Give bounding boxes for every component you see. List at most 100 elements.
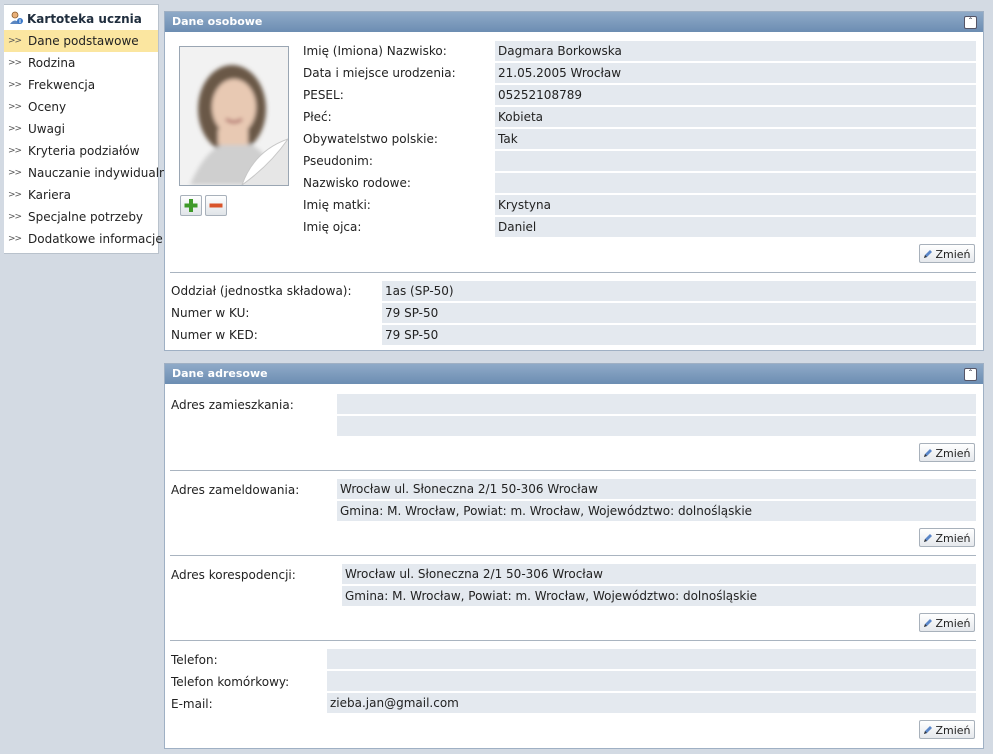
sidebar-item-frekwencja[interactable]: >> Frekwencja: [4, 74, 158, 96]
pencil-icon: [924, 619, 933, 627]
field-label-gender: Płeć:: [303, 110, 332, 124]
chevron-right-icon: >>: [8, 102, 22, 112]
divider: [170, 470, 976, 471]
mobile-phone-value: [327, 671, 976, 691]
edit-label: Zmień: [935, 617, 971, 630]
edit-label: Zmień: [935, 447, 971, 460]
edit-personal-button[interactable]: Zmień: [919, 244, 975, 263]
sidebar-title-text: Kartoteka ucznia: [27, 12, 142, 26]
field-value-ked: 79 SP-50: [382, 325, 976, 345]
divider: [170, 640, 976, 641]
collapse-icon[interactable]: ˆ: [964, 368, 977, 381]
sidebar: i Kartoteka ucznia >> Dane podstawowe >> R…: [4, 4, 174, 254]
add-photo-button[interactable]: [180, 195, 202, 216]
student-photo-image: [180, 47, 288, 185]
correspondence-address-line2: Gmina: M. Wrocław, Powiat: m. Wrocław, W…: [342, 586, 976, 606]
pencil-icon: [924, 250, 933, 258]
panel-title: Dane osobowe: [172, 15, 263, 28]
chevron-right-icon: >>: [8, 36, 22, 46]
sidebar-item-nauczanie-indywidualne[interactable]: >> Nauczanie indywidualne: [4, 162, 174, 184]
svg-text:i: i: [19, 19, 21, 25]
sidebar-item-label: Nauczanie indywidualne: [28, 166, 175, 180]
field-label-nickname: Pseudonim:: [303, 154, 373, 168]
sidebar-item-label: Oceny: [28, 100, 67, 114]
edit-label: Zmień: [935, 248, 971, 261]
sidebar-item-label: Dane podstawowe: [28, 34, 139, 48]
field-value-gender: Kobieta: [495, 107, 976, 127]
email-label: E-mail:: [171, 697, 213, 711]
chevron-right-icon: >>: [8, 146, 22, 156]
sidebar-item-label: Rodzina: [28, 56, 76, 70]
field-label-name: Imię (Imiona) Nazwisko:: [303, 44, 447, 58]
divider: [170, 555, 976, 556]
divider: [170, 272, 976, 273]
email-value: zieba.jan@gmail.com: [327, 693, 976, 713]
field-label-birth: Data i miejsce urodzenia:: [303, 66, 456, 80]
sidebar-item-label: Specjalne potrzeby: [28, 210, 144, 224]
collapse-icon[interactable]: ˆ: [964, 16, 977, 29]
field-label-ked: Numer w KED:: [171, 328, 258, 342]
sidebar-item-rodzina[interactable]: >> Rodzina: [4, 52, 158, 74]
field-label-maiden-name: Nazwisko rodowe:: [303, 176, 411, 190]
pencil-icon: [924, 726, 933, 734]
residence-address-line1: [337, 394, 976, 414]
chevron-right-icon: >>: [8, 80, 22, 90]
field-label-class: Oddział (jednostka składowa):: [171, 284, 352, 298]
panel-header: Dane osobowe ˆ: [165, 12, 983, 32]
sidebar-item-dodatkowe-informacje[interactable]: >> Dodatkowe informacje: [4, 228, 163, 250]
panel-header: Dane adresowe ˆ: [165, 364, 983, 384]
sidebar-item-specjalne-potrzeby[interactable]: >> Specjalne potrzeby: [4, 206, 158, 228]
phone-label: Telefon:: [171, 653, 218, 667]
field-label-father: Imię ojca:: [303, 220, 362, 234]
residence-address-line2: [337, 416, 976, 436]
chevron-right-icon: >>: [8, 58, 22, 68]
chevron-right-icon: >>: [8, 168, 22, 178]
student-card-icon: i: [10, 11, 23, 25]
field-value-ku: 79 SP-50: [382, 303, 976, 323]
registered-address-line2: Gmina: M. Wrocław, Powiat: m. Wrocław, W…: [337, 501, 976, 521]
field-value-birth: 21.05.2005 Wrocław: [495, 63, 976, 83]
remove-photo-button[interactable]: [205, 195, 227, 216]
field-value-nickname: [495, 151, 976, 171]
plus-icon: [184, 199, 198, 212]
sidebar-item-label: Frekwencja: [28, 78, 96, 92]
edit-residence-button[interactable]: Zmień: [919, 443, 975, 462]
edit-label: Zmień: [935, 724, 971, 737]
field-label-citizenship: Obywatelstwo polskie:: [303, 132, 438, 146]
edit-correspondence-button[interactable]: Zmień: [919, 613, 975, 632]
sidebar-item-dane-podstawowe[interactable]: >> Dane podstawowe: [4, 30, 158, 52]
mobile-phone-label: Telefon komórkowy:: [171, 675, 290, 689]
edit-contact-button[interactable]: Zmień: [919, 720, 975, 739]
edit-registered-button[interactable]: Zmień: [919, 528, 975, 547]
edit-label: Zmień: [935, 532, 971, 545]
registered-address-label: Adres zameldowania:: [171, 483, 300, 497]
field-value-maiden-name: [495, 173, 976, 193]
correspondence-address-line1: Wrocław ul. Słoneczna 2/1 50-306 Wrocław: [342, 564, 976, 584]
sidebar-title: i Kartoteka ucznia: [9, 10, 142, 28]
field-value-mother: Krystyna: [495, 195, 976, 215]
phone-value: [327, 649, 976, 669]
minus-icon: [209, 203, 223, 208]
field-label-ku: Numer w KU:: [171, 306, 250, 320]
student-photo: [179, 46, 289, 186]
residence-address-label: Adres zamieszkania:: [171, 398, 294, 412]
field-value-father: Daniel: [495, 217, 976, 237]
field-value-name: Dagmara Borkowska: [495, 41, 976, 61]
field-value-pesel: 05252108789: [495, 85, 976, 105]
field-label-mother: Imię matki:: [303, 198, 371, 212]
chevron-right-icon: >>: [8, 124, 22, 134]
personal-data-panel: Dane osobowe ˆ Imię (Imiona) Nazwisko: D…: [164, 11, 984, 351]
correspondence-address-label: Adres korespodencji:: [171, 568, 296, 582]
panel-title: Dane adresowe: [172, 367, 268, 380]
sidebar-item-oceny[interactable]: >> Oceny: [4, 96, 158, 118]
chevron-right-icon: >>: [8, 212, 22, 222]
sidebar-item-uwagi[interactable]: >> Uwagi: [4, 118, 158, 140]
address-data-panel: Dane adresowe ˆ Adres zamieszkania: Zmie…: [164, 363, 984, 749]
sidebar-item-label: Kariera: [28, 188, 71, 202]
sidebar-item-kryteria-podzialow[interactable]: >> Kryteria podziałów: [4, 140, 158, 162]
registered-address-line1: Wrocław ul. Słoneczna 2/1 50-306 Wrocław: [337, 479, 976, 499]
sidebar-item-kariera[interactable]: >> Kariera: [4, 184, 158, 206]
sidebar-item-label: Kryteria podziałów: [28, 144, 140, 158]
field-label-pesel: PESEL:: [303, 88, 344, 102]
sidebar-item-label: Dodatkowe informacje: [28, 232, 163, 246]
